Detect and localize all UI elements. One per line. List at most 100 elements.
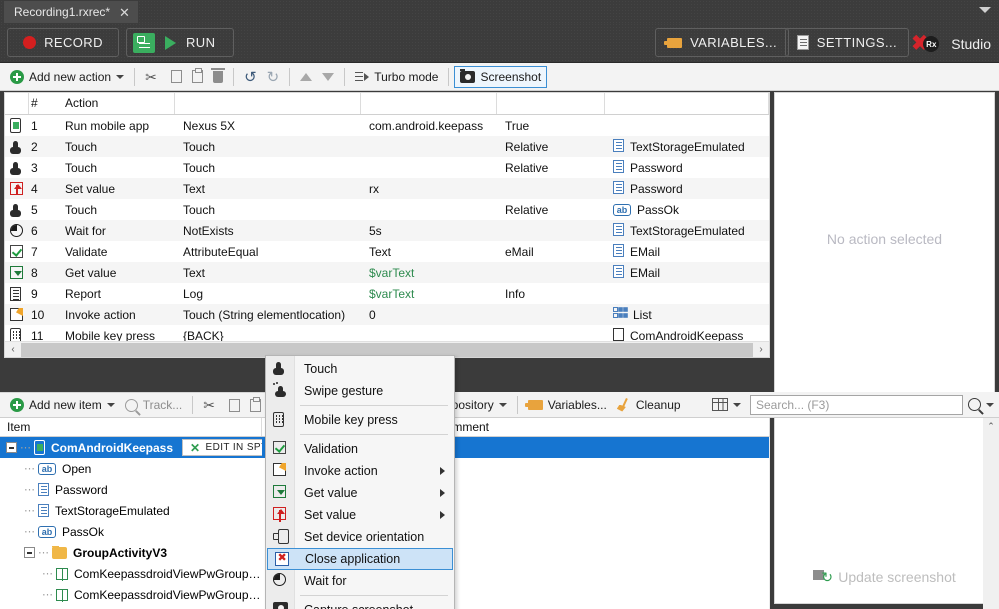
item-cell: ⋯ ComKeepassdroidViewPwGroup… — [0, 588, 262, 602]
menu-item-set-value[interactable]: Set value — [266, 504, 454, 526]
row-param3: True — [505, 118, 530, 133]
row-action: Set value — [65, 181, 116, 196]
cut-button[interactable]: ✂ — [140, 66, 166, 88]
close-icon[interactable]: ✕ — [119, 6, 130, 19]
column-layout-button[interactable] — [707, 394, 746, 416]
table-row[interactable]: 3 Touch Touch Relative Password — [5, 157, 769, 178]
repo-paste-button[interactable] — [245, 394, 266, 416]
repo-copy-button[interactable] — [224, 394, 246, 416]
copy-button[interactable] — [166, 66, 188, 88]
move-down-button[interactable] — [317, 66, 339, 88]
column-action[interactable]: Action — [57, 93, 175, 114]
target-icon — [613, 138, 624, 155]
turbo-mode-button[interactable]: Turbo mode — [350, 66, 443, 88]
context-menu: Touch Swipe gesture Mobile key press Valida… — [265, 355, 455, 609]
scroll-right-icon[interactable]: › — [753, 342, 769, 358]
ab-icon: ab — [38, 462, 56, 475]
menu-item-invoke-action[interactable]: Invoke action — [266, 460, 454, 482]
tree-line: ⋯ — [24, 484, 36, 496]
item-label: GroupActivityV3 — [73, 545, 168, 560]
menu-item-validation[interactable]: Validation — [266, 438, 454, 460]
scroll-up-icon[interactable]: ⌃ — [983, 418, 999, 434]
update-screenshot-button[interactable]: Update screenshot — [775, 569, 994, 585]
comment-cell — [430, 563, 770, 584]
table-row[interactable]: 4 Set value Text rx Password — [5, 178, 769, 199]
chevron-down-icon[interactable] — [986, 402, 994, 407]
move-up-button[interactable] — [295, 66, 317, 88]
column-target[interactable] — [605, 93, 769, 114]
table-row[interactable]: 6 Wait for NotExists 5s TextStorageEmulated — [5, 220, 769, 241]
row-action: Get value — [65, 265, 117, 280]
menu-item-mobile-key-press[interactable]: Mobile key press — [266, 409, 454, 431]
row-param2: rx — [369, 181, 379, 196]
row-action: Run mobile app — [65, 118, 150, 133]
tree-expander[interactable] — [24, 547, 35, 558]
table-row[interactable]: 8 Get value Text $varText EMail — [5, 262, 769, 283]
redo-button[interactable]: ↻ — [262, 66, 285, 88]
repository-vertical-scrollbar[interactable]: ⌃ — [983, 418, 999, 609]
folder-icon — [52, 545, 67, 559]
cleanup-button[interactable]: Cleanup — [612, 394, 686, 416]
repo-cut-button[interactable]: ✂ — [198, 394, 224, 416]
run-button[interactable]: RUN — [126, 28, 234, 57]
menu-item-touch[interactable]: Touch — [266, 358, 454, 380]
play-icon — [165, 35, 176, 50]
main-header-toolbar: RECORD RUN VARIABLES... SETTINGS... ✖ Rx… — [0, 23, 999, 63]
row-target: TextStorageEmulated — [605, 138, 769, 155]
delete-button[interactable] — [208, 66, 228, 88]
undo-button[interactable]: ↺ — [239, 66, 262, 88]
track-button[interactable]: Track... — [120, 394, 188, 416]
orientation-icon — [273, 529, 289, 545]
chevron-down-icon[interactable] — [733, 402, 741, 407]
record-button[interactable]: RECORD — [7, 28, 119, 57]
item-label: ComKeepassdroidViewPwGroup… — [74, 587, 261, 602]
column-param3[interactable] — [497, 93, 605, 114]
table-row[interactable]: 2 Touch Touch Relative TextStorageEmulated — [5, 136, 769, 157]
variables-icon — [524, 399, 543, 410]
document-tab[interactable]: Recording1.rxrec* ✕ — [4, 1, 138, 23]
edit-in-spy-button[interactable]: ✕ EDIT IN SPY — [182, 439, 262, 456]
target-icon — [613, 222, 624, 239]
comment-cell — [430, 479, 770, 500]
table-row[interactable]: 1 Run mobile app Nexus 5X com.android.keepa… — [5, 115, 769, 136]
row-action: Touch — [65, 202, 98, 217]
table-row[interactable]: 7 Validate AttributeEqual Text eMail EMail — [5, 241, 769, 262]
grid-icon — [712, 398, 728, 411]
chevron-down-icon[interactable] — [106, 403, 115, 407]
add-new-item-button[interactable]: Add new item — [5, 394, 120, 416]
document-tab-label: Recording1.rxrec* — [14, 5, 111, 19]
tree-expander[interactable] — [6, 442, 17, 453]
menu-item-swipe-gesture[interactable]: Swipe gesture — [266, 380, 454, 402]
column-param1[interactable] — [175, 93, 361, 114]
repo-variables-button[interactable]: Variables... — [523, 394, 612, 416]
menu-item-wait-for[interactable]: Wait for — [266, 570, 454, 592]
row-param3: Relative — [505, 139, 549, 154]
chevron-down-icon[interactable] — [498, 402, 507, 407]
table-row[interactable]: 9 Report Log $varText Info — [5, 283, 769, 304]
add-new-action-button[interactable]: Add new action — [5, 66, 129, 88]
menu-item-capture-screenshot[interactable]: Capture screenshot — [266, 599, 454, 609]
settings-button[interactable]: SETTINGS... — [784, 28, 909, 57]
menu-item-set-device-orientation[interactable]: Set device orientation — [266, 526, 454, 548]
search-options-button[interactable] — [963, 394, 999, 416]
search-input[interactable]: Search... (F3) — [750, 394, 963, 415]
menu-item-get-value[interactable]: Get value — [266, 482, 454, 504]
arrow-up-icon — [300, 72, 313, 81]
chevron-down-icon[interactable] — [979, 7, 991, 13]
screenshot-toggle-button[interactable]: Screenshot — [454, 65, 548, 88]
column-param2[interactable] — [361, 93, 497, 114]
variables-button[interactable]: VARIABLES... — [655, 28, 789, 57]
column-comment[interactable]: Comment — [430, 418, 770, 436]
table-row[interactable]: 5 Touch Touch Relative ab PassOk — [5, 199, 769, 220]
chevron-down-icon[interactable] — [116, 74, 125, 79]
scroll-left-icon[interactable]: ‹ — [5, 342, 21, 358]
brand-name: Studio — [951, 36, 991, 52]
column-item[interactable]: Item — [0, 418, 262, 436]
menu-item-close-application[interactable]: Close application — [267, 548, 453, 570]
row-target: EMail — [605, 264, 769, 281]
wait-icon — [273, 573, 289, 589]
paste-button[interactable] — [187, 66, 208, 88]
table-row[interactable]: 10 Invoke action Touch (String elementloca… — [5, 304, 769, 325]
column-number[interactable]: # — [29, 93, 57, 114]
doc-icon — [38, 504, 49, 517]
